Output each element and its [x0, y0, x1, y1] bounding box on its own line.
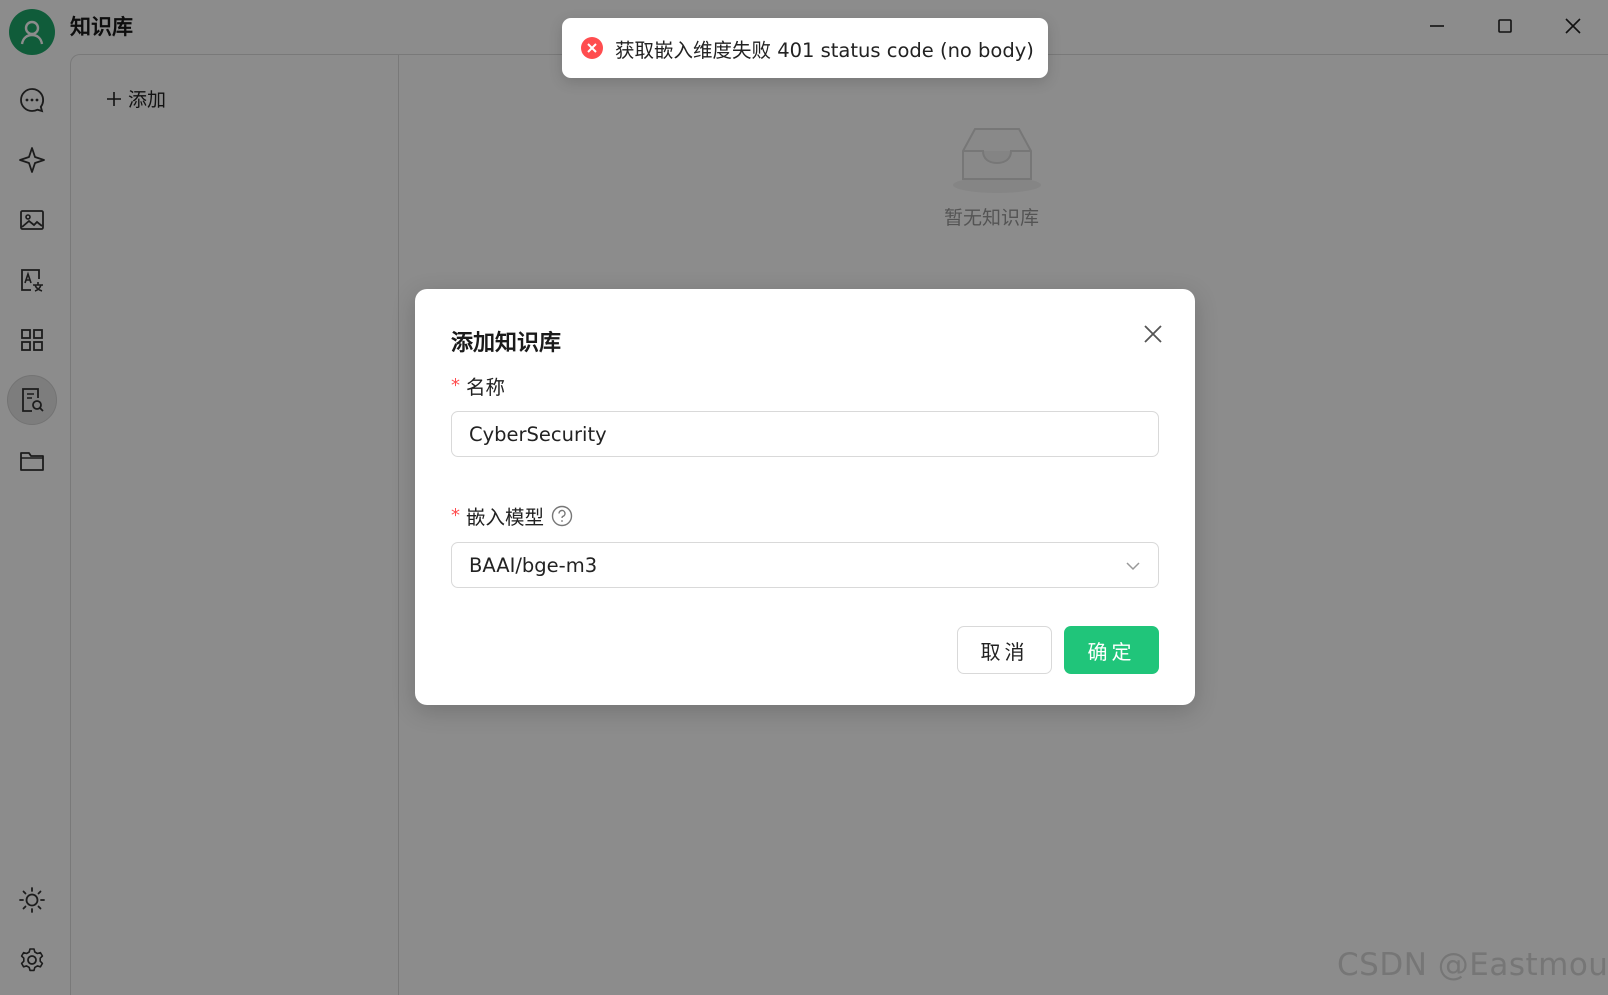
- name-field-label: * 名称: [451, 371, 505, 400]
- name-input[interactable]: CyberSecurity: [451, 411, 1159, 457]
- required-asterisk: *: [451, 505, 460, 526]
- cancel-button[interactable]: 取消: [957, 626, 1052, 674]
- model-label-text: 嵌入模型: [466, 506, 545, 529]
- error-toast: 获取嵌入维度失败 401 status code (no body): [562, 18, 1048, 78]
- confirm-button[interactable]: 确定: [1064, 626, 1159, 674]
- error-circle-icon: [581, 37, 603, 59]
- dialog-title: 添加知识库: [451, 331, 562, 356]
- toast-message: 获取嵌入维度失败 401 status code (no body): [615, 38, 1034, 62]
- help-circle-icon[interactable]: [551, 505, 573, 527]
- close-icon: [1144, 325, 1162, 343]
- model-select-value: BAAI/bge-m3: [469, 553, 598, 577]
- name-label-text: 名称: [466, 376, 506, 399]
- chevron-down-icon: [1126, 562, 1140, 571]
- model-field-label: * 嵌入模型: [451, 501, 573, 530]
- required-asterisk: *: [451, 375, 460, 396]
- embedding-model-select[interactable]: BAAI/bge-m3: [451, 542, 1159, 588]
- dialog-close-button[interactable]: [1138, 319, 1168, 349]
- name-input-value: CyberSecurity: [469, 422, 607, 446]
- add-knowledge-dialog: 添加知识库 * 名称 CyberSecurity * 嵌入模型 BAAI/bge…: [415, 289, 1195, 705]
